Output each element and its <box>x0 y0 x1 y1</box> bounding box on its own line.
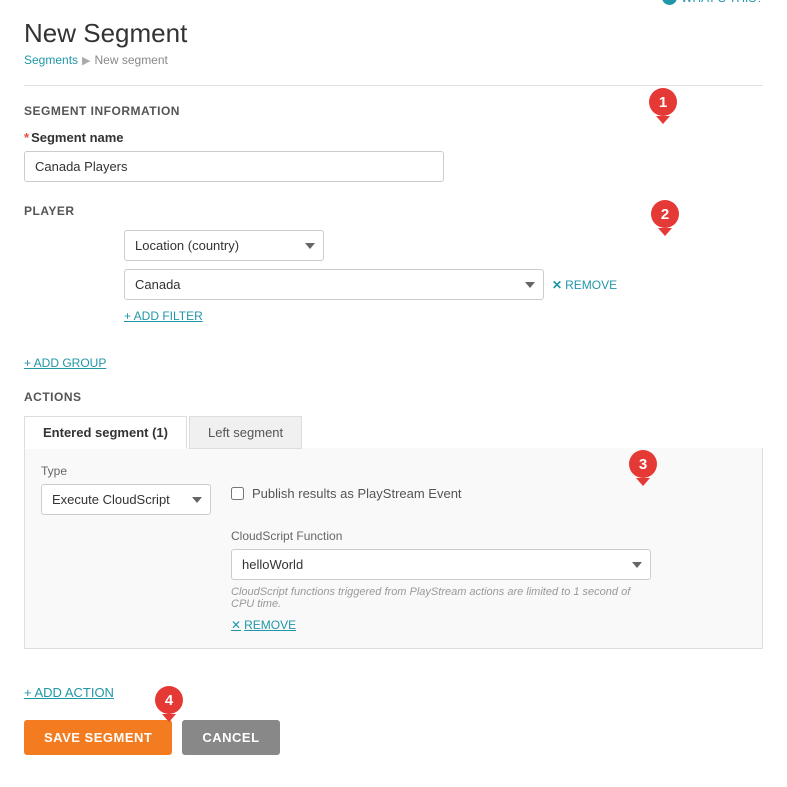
cloudscript-function-select[interactable]: helloWorld getCharacterData validatePurc… <box>231 549 651 580</box>
page-title: New Segment <box>24 18 187 49</box>
segment-name-label: * Segment name <box>24 130 763 145</box>
tooltip-4: 4 <box>155 686 183 714</box>
button-row: SAVE SEGMENT CANCEL <box>24 720 763 755</box>
cancel-button[interactable]: CANCEL <box>182 720 279 755</box>
player-section: PLAYER Location (country) Player Level T… <box>24 204 763 333</box>
tab-left-segment[interactable]: Left segment <box>189 416 302 449</box>
segment-name-input[interactable] <box>24 151 444 182</box>
filter-remove-link[interactable]: ✕ REMOVE <box>552 278 617 292</box>
filter-remove-label: REMOVE <box>565 278 617 292</box>
actions-header: ACTIONS <box>24 390 763 404</box>
cloudscript-label: CloudScript Function <box>231 529 746 543</box>
filter-type-row: Location (country) Player Level Total Va… <box>124 230 763 261</box>
breadcrumb-arrow: ▶ <box>82 54 90 67</box>
remove-action-link[interactable]: ✕ REMOVE <box>231 618 296 632</box>
whats-this-label: WHAT'S THIS? <box>681 0 763 5</box>
segment-information-section: SEGMENT INFORMATION * Segment name <box>24 104 763 182</box>
cloudscript-section: CloudScript Function helloWorld getChara… <box>231 529 746 632</box>
actions-tabs: Entered segment (1) Left segment <box>24 416 763 449</box>
player-header: PLAYER <box>24 204 763 218</box>
publish-label[interactable]: Publish results as PlayStream Event <box>252 486 462 501</box>
required-star: * <box>24 130 29 145</box>
remove-action-label: REMOVE <box>244 618 296 632</box>
action-type-select[interactable]: Execute CloudScript Send Push Notificati… <box>41 484 211 515</box>
filter-type-select[interactable]: Location (country) Player Level Total Va… <box>124 230 324 261</box>
add-action-link[interactable]: + ADD ACTION <box>24 685 114 700</box>
info-icon: i <box>662 0 677 5</box>
action-type-row: Type Execute CloudScript Send Push Notif… <box>41 464 746 515</box>
whats-this-link[interactable]: i WHAT'S THIS? <box>662 0 763 5</box>
segment-info-header: SEGMENT INFORMATION <box>24 104 763 118</box>
publish-checkbox-row: Publish results as PlayStream Event <box>231 464 462 501</box>
save-segment-button[interactable]: SAVE SEGMENT <box>24 720 172 755</box>
add-filter-link[interactable]: + ADD FILTER <box>124 309 203 323</box>
cpu-note: CloudScript functions triggered from Pla… <box>231 586 651 610</box>
filter-value-select[interactable]: Canada United States United Kingdom Aust… <box>124 269 544 300</box>
type-label: Type <box>41 464 211 478</box>
publish-checkbox[interactable] <box>231 487 244 500</box>
breadcrumb-current: New segment <box>95 53 168 67</box>
breadcrumb-parent[interactable]: Segments <box>24 53 78 67</box>
remove-action-x-icon: ✕ <box>231 618 241 632</box>
filter-value-row: Canada United States United Kingdom Aust… <box>124 269 763 300</box>
remove-x-icon: ✕ <box>552 278 562 292</box>
header-divider <box>24 85 763 86</box>
actions-section: ACTIONS Entered segment (1) Left segment… <box>24 390 763 649</box>
add-group-link[interactable]: + ADD GROUP <box>24 356 106 370</box>
breadcrumb: Segments ▶ New segment <box>24 53 187 67</box>
tab-entered-segment[interactable]: Entered segment (1) <box>24 416 187 449</box>
actions-content-panel: Type Execute CloudScript Send Push Notif… <box>24 448 763 649</box>
type-group: Type Execute CloudScript Send Push Notif… <box>41 464 211 515</box>
